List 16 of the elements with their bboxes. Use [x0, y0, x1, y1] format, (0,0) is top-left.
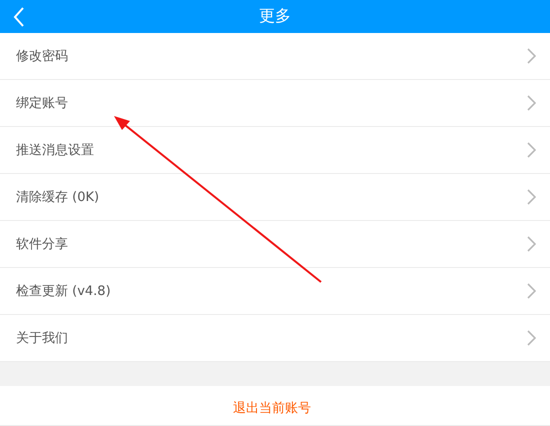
- menu-item-label: 检查更新 (v4.8): [16, 283, 111, 300]
- chevron-icon: [527, 142, 536, 158]
- menu-item-label: 软件分享: [16, 236, 68, 253]
- menu-item-label: 关于我们: [16, 330, 68, 347]
- chevron-icon: [527, 283, 536, 299]
- chevron-icon: [527, 48, 536, 64]
- page-title: 更多: [259, 6, 291, 27]
- chevron-icon: [527, 189, 536, 205]
- chevron-icon: [527, 330, 536, 346]
- menu-item-label: 清除缓存 (0K): [16, 189, 100, 206]
- menu-item-label: 绑定账号: [16, 95, 68, 112]
- menu-item-label: 修改密码: [16, 48, 68, 65]
- chevron-icon: [527, 236, 536, 252]
- back-icon: [13, 7, 25, 27]
- menu-item-label: 推送消息设置: [16, 142, 94, 159]
- chevron-icon: [527, 95, 536, 111]
